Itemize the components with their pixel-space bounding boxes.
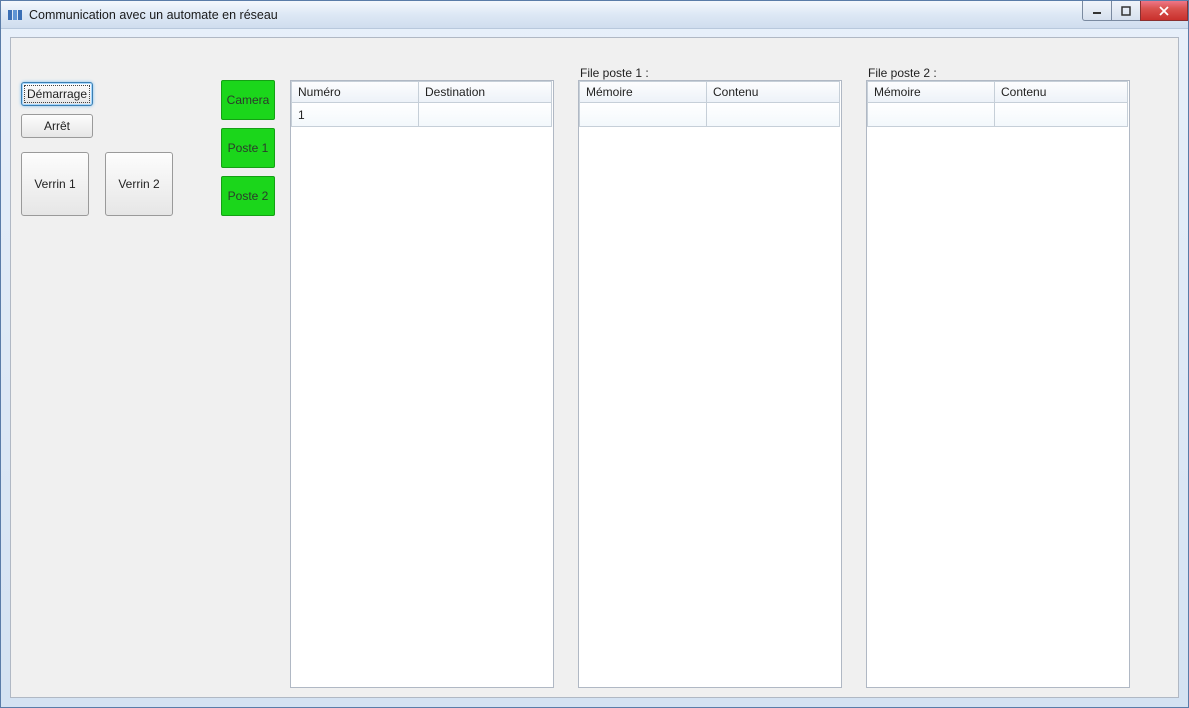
cell-memoire-2[interactable] (867, 102, 995, 127)
cell-contenu-1[interactable] (706, 102, 840, 127)
table-row[interactable]: 1 (291, 103, 553, 127)
col-destination[interactable]: Destination (418, 81, 552, 103)
camera-indicator: Camera (221, 80, 275, 120)
file2-panel: Mémoire Contenu (866, 80, 1130, 688)
titlebar[interactable]: Communication avec un automate en réseau (1, 1, 1188, 29)
file2-table-header: Mémoire Contenu (867, 81, 1129, 103)
col-memoire-1[interactable]: Mémoire (579, 81, 707, 103)
col-numero[interactable]: Numéro (291, 81, 419, 103)
minimize-button[interactable] (1082, 1, 1112, 21)
file1-panel: Mémoire Contenu (578, 80, 842, 688)
verrin2-button[interactable]: Verrin 2 (105, 152, 173, 216)
close-button[interactable] (1140, 1, 1188, 21)
poste2-indicator: Poste 2 (221, 176, 275, 216)
table-row[interactable] (867, 103, 1129, 127)
cell-numero[interactable]: 1 (291, 102, 419, 127)
cell-memoire-1[interactable] (579, 102, 707, 127)
app-window: Communication avec un automate en réseau… (0, 0, 1189, 708)
cell-contenu-2[interactable] (994, 102, 1128, 127)
close-icon (1158, 6, 1170, 16)
stop-button[interactable]: Arrêt (21, 114, 93, 138)
file2-title: File poste 2 : (868, 66, 937, 80)
verrin1-button[interactable]: Verrin 1 (21, 152, 89, 216)
main-table-panel: Numéro Destination 1 (290, 80, 554, 688)
col-contenu-2[interactable]: Contenu (994, 81, 1128, 103)
poste1-indicator: Poste 1 (221, 128, 275, 168)
col-contenu-1[interactable]: Contenu (706, 81, 840, 103)
table-row[interactable] (579, 103, 841, 127)
client-area: Démarrage Arrêt Verrin 1 Verrin 2 Camera… (10, 37, 1179, 698)
minimize-icon (1092, 6, 1102, 16)
start-button[interactable]: Démarrage (21, 82, 93, 106)
file1-table-header: Mémoire Contenu (579, 81, 841, 103)
maximize-icon (1121, 6, 1131, 16)
file1-title: File poste 1 : (580, 66, 649, 80)
maximize-button[interactable] (1111, 1, 1141, 21)
main-table-header: Numéro Destination (291, 81, 553, 103)
col-memoire-2[interactable]: Mémoire (867, 81, 995, 103)
app-icon (7, 7, 23, 23)
window-controls (1083, 1, 1188, 21)
cell-destination[interactable] (418, 102, 552, 127)
window-title: Communication avec un automate en réseau (29, 8, 278, 22)
